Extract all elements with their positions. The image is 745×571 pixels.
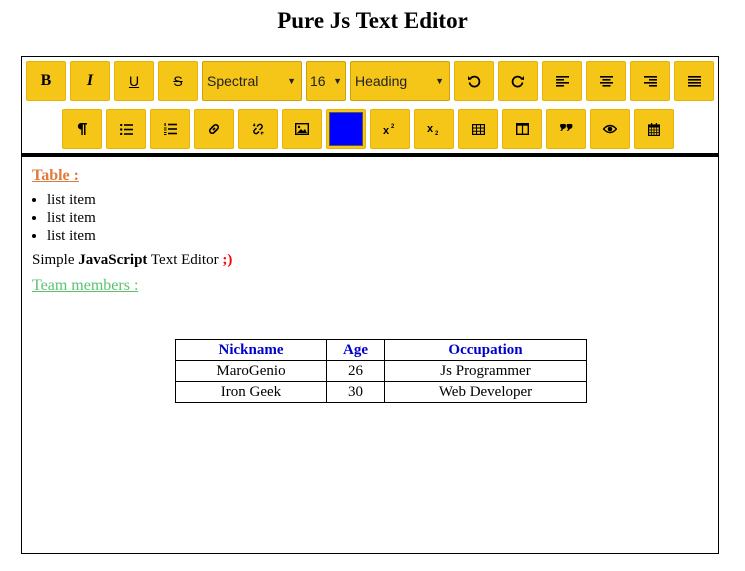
table-cell: Web Developer — [384, 381, 587, 403]
team-heading: Team members : — [32, 277, 139, 294]
numbered-list-icon — [163, 123, 177, 135]
redo-icon — [511, 75, 524, 88]
superscript-button[interactable]: x2 — [370, 109, 410, 149]
paragraph-button[interactable] — [62, 109, 102, 149]
font-size-select[interactable]: 16 ▼ — [306, 61, 346, 101]
text-editor: B I U S Spectral ▼ 16 ▼ Heading ▼ x 2 x … — [21, 56, 719, 554]
bullet-list: list item list item list item — [32, 191, 708, 245]
svg-text:x: x — [427, 123, 434, 135]
font-family-value: Spectral — [207, 73, 259, 89]
table-row: Iron Geek 30 Web Developer — [175, 381, 587, 403]
bold-label: B — [40, 72, 52, 89]
font-size-value: 16 — [310, 73, 326, 89]
toolbar-row-1: B I U S Spectral ▼ 16 ▼ Heading ▼ — [26, 61, 714, 101]
quote-icon — [559, 124, 572, 131]
page-title: Pure Js Text Editor — [277, 8, 468, 33]
color-swatch — [329, 112, 363, 146]
heading-select[interactable]: Heading ▼ — [350, 61, 450, 101]
numbered-list-button[interactable] — [150, 109, 190, 149]
toolbar-row-2: x2 x2 — [62, 109, 674, 149]
smiley: ;) — [222, 252, 233, 268]
redo-button[interactable] — [498, 61, 538, 101]
columns-icon — [515, 123, 529, 135]
table-cell: MaroGenio — [175, 360, 327, 382]
undo-icon — [468, 75, 481, 88]
team-table: Nickname Age Occupation MaroGenio 26 Js … — [175, 339, 587, 403]
italic-button[interactable]: I — [70, 61, 110, 101]
bullet-list-icon — [119, 123, 133, 135]
superscript-icon: x2 — [383, 124, 395, 135]
chevron-down-icon: ▼ — [333, 76, 342, 86]
align-right-button[interactable] — [630, 61, 670, 101]
align-justify-button[interactable] — [674, 61, 714, 101]
calendar-button[interactable] — [634, 109, 674, 149]
align-left-button[interactable] — [542, 61, 582, 101]
eye-icon — [603, 124, 617, 134]
underline-label: U — [128, 73, 140, 89]
editor-content[interactable]: Table : list item list item list item Si… — [32, 167, 708, 403]
table-cell: Iron Geek — [175, 381, 327, 403]
svg-text:2: 2 — [391, 124, 395, 130]
column-header-nickname: Nickname — [175, 339, 327, 361]
align-justify-icon — [687, 75, 701, 87]
heading-value: Heading — [355, 73, 408, 89]
column-header-occupation: Occupation — [384, 339, 587, 361]
list-item: list item — [47, 191, 708, 209]
columns-button[interactable] — [502, 109, 542, 149]
intro-sentence: Simple JavaScript Text Editor ;) — [32, 250, 708, 270]
undo-button[interactable] — [454, 61, 494, 101]
link-icon — [209, 124, 219, 134]
preview-button[interactable] — [590, 109, 630, 149]
insert-image-button[interactable] — [282, 109, 322, 149]
chevron-down-icon: ▼ — [435, 76, 444, 86]
align-center-button[interactable] — [586, 61, 626, 101]
table-row: MaroGenio 26 Js Programmer — [175, 360, 587, 382]
subscript-button[interactable]: x2 — [414, 109, 454, 149]
paragraph-icon — [77, 123, 87, 135]
table-icon — [471, 123, 485, 135]
toolbar: B I U S Spectral ▼ 16 ▼ Heading ▼ x 2 x … — [22, 57, 718, 157]
strikethrough-button[interactable]: S — [158, 61, 198, 101]
text-color-button[interactable] — [326, 109, 366, 149]
italic-label: I — [86, 72, 94, 89]
column-header-age: Age — [326, 339, 385, 361]
intro-suffix: Text Editor — [147, 252, 223, 268]
chevron-down-icon: ▼ — [287, 76, 296, 86]
unlink-button[interactable] — [238, 109, 278, 149]
unlink-icon — [252, 123, 264, 135]
table-heading: Table : — [32, 167, 79, 184]
font-family-select[interactable]: Spectral ▼ — [202, 61, 302, 101]
link-button[interactable] — [194, 109, 234, 149]
strikethrough-label: S — [173, 73, 183, 89]
blockquote-button[interactable] — [546, 109, 586, 149]
calendar-icon — [648, 122, 660, 136]
intro-bold: JavaScript — [78, 252, 148, 268]
align-left-icon — [555, 75, 569, 87]
svg-text:x: x — [383, 125, 390, 135]
table-cell: 26 — [326, 360, 385, 382]
underline-button[interactable]: U — [114, 61, 154, 101]
insert-table-button[interactable] — [458, 109, 498, 149]
svg-text:2: 2 — [435, 131, 439, 136]
list-item: list item — [47, 209, 708, 227]
image-icon — [295, 123, 309, 135]
subscript-icon: x2 — [427, 123, 439, 136]
table-header-row: Nickname Age Occupation — [175, 339, 587, 361]
align-center-icon — [599, 75, 613, 87]
list-item: list item — [47, 227, 708, 245]
table-cell: Js Programmer — [384, 360, 587, 382]
bold-button[interactable]: B — [26, 61, 66, 101]
intro-prefix: Simple — [32, 252, 79, 268]
align-right-icon — [643, 75, 657, 87]
bullet-list-button[interactable] — [106, 109, 146, 149]
table-cell: 30 — [326, 381, 385, 403]
